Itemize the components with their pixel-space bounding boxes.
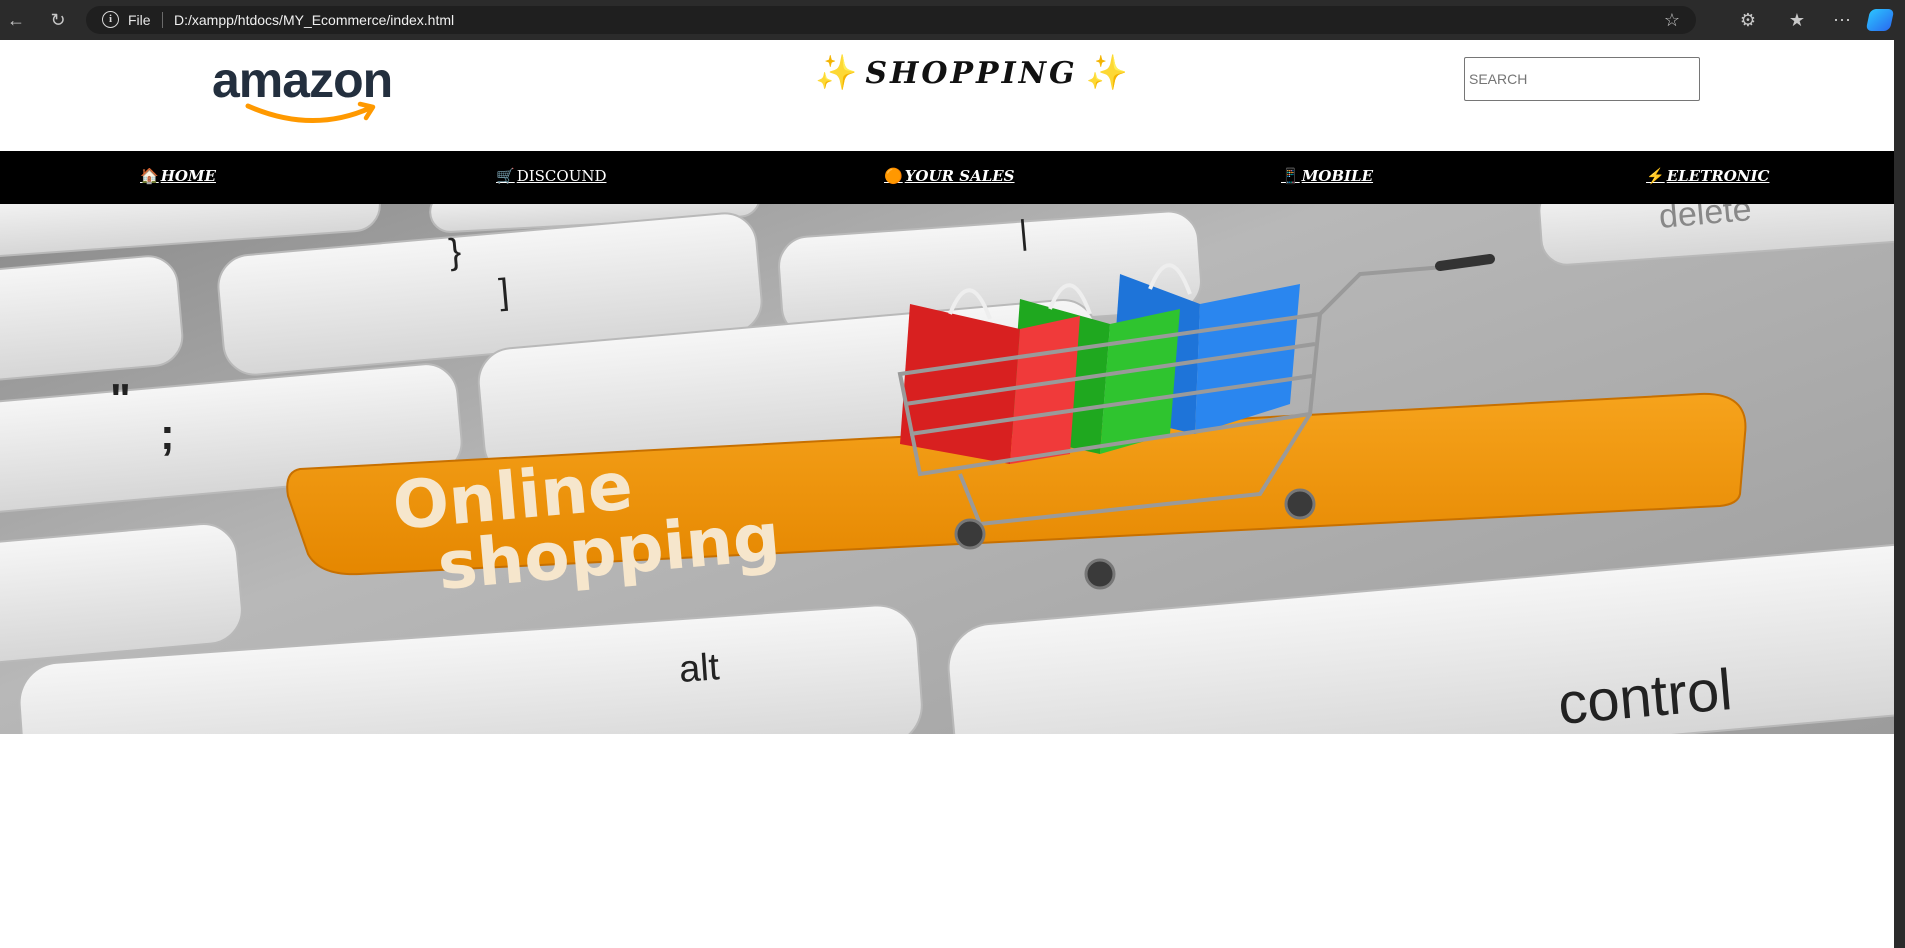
svg-text:": "	[110, 375, 131, 424]
more-menu-icon[interactable]: ⋯	[1828, 6, 1856, 34]
nav-item-label: MOBILE	[1301, 167, 1374, 185]
favorite-star-icon[interactable]: ☆	[1664, 10, 1680, 31]
site-title: ✨ SHOPPING ✨	[815, 48, 1128, 98]
reload-icon[interactable]: ↻	[44, 6, 72, 34]
nav-item-mobile[interactable]: 📱 MOBILE	[1281, 167, 1373, 185]
nav-item-label: ELETRONIC	[1666, 167, 1770, 185]
smile-arrow-icon	[245, 101, 376, 123]
cart-icon: 🛒	[496, 167, 515, 185]
nav-item-label: YOUR SALES	[904, 167, 1015, 185]
lightning-icon: ⚡	[1646, 167, 1665, 185]
house-icon: 🏠	[140, 167, 159, 185]
nav-item-discound[interactable]: 🛒 DISCOUND	[496, 167, 606, 185]
search-input[interactable]	[1464, 57, 1700, 101]
keyboard-illustration: } ] | " ; alt control delete Online shop…	[0, 204, 1894, 734]
nav-item-eletronic[interactable]: ⚡ ELETRONIC	[1646, 167, 1769, 185]
nav-item-label: DISCOUND	[516, 167, 607, 185]
hero-banner-image: } ] | " ; alt control delete Online shop…	[0, 204, 1894, 734]
sparkle-icon: ✨	[815, 54, 858, 92]
favorites-icon[interactable]: ★	[1783, 6, 1811, 34]
amazon-logo[interactable]: amazon	[212, 50, 412, 130]
divider	[162, 12, 163, 28]
scheme-label: File	[128, 12, 151, 28]
window-edge	[1894, 40, 1905, 948]
nav-bar: 🏠 HOME 🛒 DISCOUND 🟠 YOUR SALES 📱 MOBILE …	[0, 151, 1894, 204]
page-title: SHOPPING	[865, 55, 1078, 91]
address-bar[interactable]: i File D:/xampp/htdocs/MY_Ecommerce/inde…	[86, 6, 1696, 34]
info-icon[interactable]: i	[102, 11, 119, 28]
nav-item-your-sales[interactable]: 🟠 YOUR SALES	[884, 167, 1015, 185]
svg-text:|: |	[1017, 213, 1029, 252]
svg-text:;: ;	[160, 410, 175, 459]
alt-key-label: alt	[678, 646, 721, 691]
coin-icon: 🟠	[884, 167, 903, 185]
browser-toolbar: ← ↻ i File D:/xampp/htdocs/MY_Ecommerce/…	[0, 0, 1905, 40]
nav-item-home[interactable]: 🏠 HOME	[140, 167, 216, 185]
url-text[interactable]: D:/xampp/htdocs/MY_Ecommerce/index.html	[174, 12, 454, 28]
nav-item-label: HOME	[160, 167, 216, 185]
copilot-icon[interactable]	[1865, 9, 1895, 31]
sparkle-icon: ✨	[1085, 54, 1129, 92]
page: amazon ✨ SHOPPING ✨ 🏠 HOME 🛒 DISCOUND 🟠 …	[0, 40, 1894, 948]
mobile-phone-icon: 📱	[1281, 167, 1300, 185]
back-arrow-icon[interactable]: ←	[2, 6, 30, 34]
extensions-icon[interactable]: ⚙	[1734, 6, 1762, 34]
